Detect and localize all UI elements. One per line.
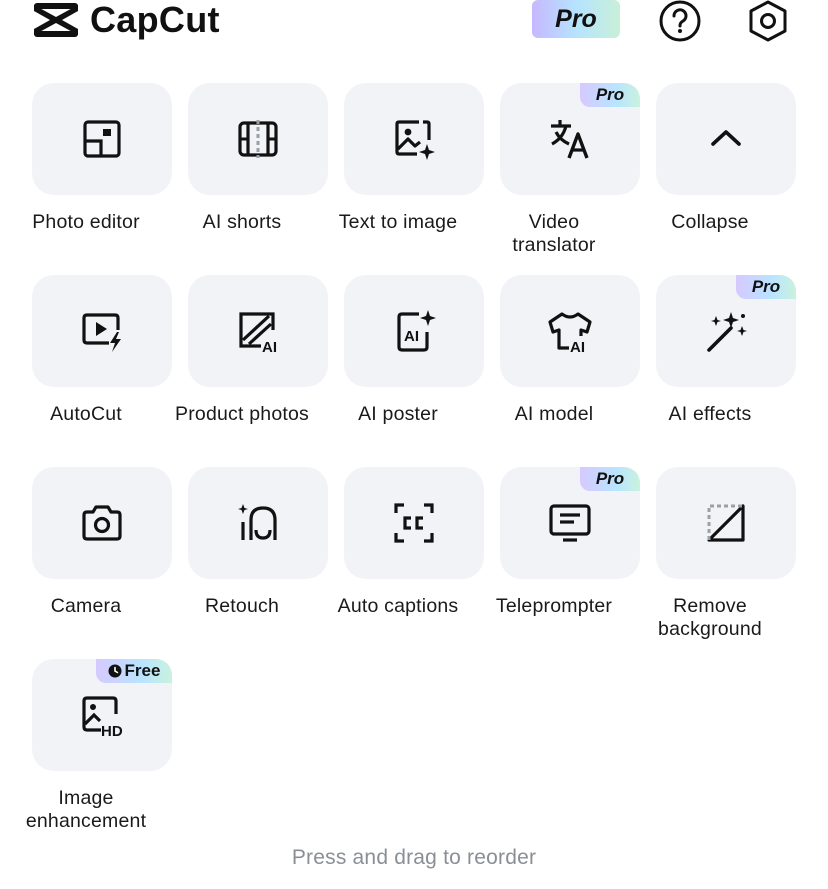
tool-label: AI effects (668, 403, 752, 425)
clock-icon (108, 664, 122, 678)
tool-label: Camera (50, 595, 122, 617)
image-hd-icon: HD (82, 696, 123, 738)
tool-label: Video translator (512, 211, 596, 256)
tool-tile[interactable] (32, 83, 172, 195)
tool-label: AI poster (358, 403, 438, 425)
capcut-logo: CapCut (32, 0, 220, 40)
settings-icon[interactable] (747, 0, 789, 42)
tool-tile[interactable] (344, 83, 484, 195)
tool-tile[interactable] (656, 83, 796, 195)
capcut-logo-icon (34, 3, 78, 37)
retouch-icon (238, 504, 277, 540)
tool-label: AutoCut (50, 403, 122, 425)
svg-text:AI: AI (262, 339, 277, 354)
free-badge-label: Free (124, 661, 161, 680)
tool-tile[interactable] (32, 467, 172, 579)
tool-label: Product photos (175, 403, 309, 425)
translate-icon (551, 120, 589, 159)
tool-label: AI shorts (202, 211, 282, 233)
autocut-icon (82, 313, 121, 352)
tool-label: AI model (514, 403, 594, 425)
text-to-image-icon (395, 120, 435, 160)
reorder-hint: Press and drag to reorder (291, 846, 537, 869)
svg-text:AI: AI (404, 328, 419, 345)
remove-background-icon (707, 504, 745, 542)
free-badge: Free (96, 659, 172, 683)
tool-tile[interactable]: AI (500, 275, 640, 387)
pro-button[interactable]: Pro (532, 0, 620, 38)
tool-label: Photo editor (32, 211, 140, 233)
tool-label: Auto captions (337, 595, 459, 617)
tool-label: Collapse (671, 211, 749, 233)
ai-shorts-icon (238, 120, 278, 158)
app-name: CapCut (90, 0, 220, 40)
pro-badge: Pro (580, 467, 640, 491)
tool-tile[interactable] (188, 467, 328, 579)
teleprompter-icon (549, 504, 591, 542)
header: CapCut Pro (0, 0, 828, 50)
tool-tile[interactable]: AI (188, 275, 328, 387)
svg-text:AI: AI (570, 339, 585, 354)
product-photos-icon: AI (239, 312, 277, 354)
chevron-up-icon (711, 130, 741, 146)
ai-model-icon: AI (548, 312, 592, 354)
captions-icon (394, 503, 434, 543)
svg-text:HD: HD (101, 723, 123, 738)
tool-tile[interactable] (344, 467, 484, 579)
camera-icon (82, 505, 122, 541)
tool-label: Text to image (338, 211, 458, 233)
tool-tile[interactable] (32, 275, 172, 387)
ai-poster-icon: AI (397, 310, 436, 352)
tool-tile[interactable]: AI (344, 275, 484, 387)
help-icon[interactable] (659, 0, 701, 42)
tool-label: Remove background (658, 595, 762, 640)
photo-editor-icon (83, 120, 121, 158)
pro-badge: Pro (736, 275, 796, 299)
magic-wand-icon (707, 312, 747, 352)
tool-tile[interactable] (656, 467, 796, 579)
tool-label: Retouch (204, 595, 280, 617)
tool-label: Image enhancement (25, 787, 147, 832)
tool-label: Teleprompter (495, 595, 613, 617)
pro-badge: Pro (580, 83, 640, 107)
tool-tile[interactable] (188, 83, 328, 195)
